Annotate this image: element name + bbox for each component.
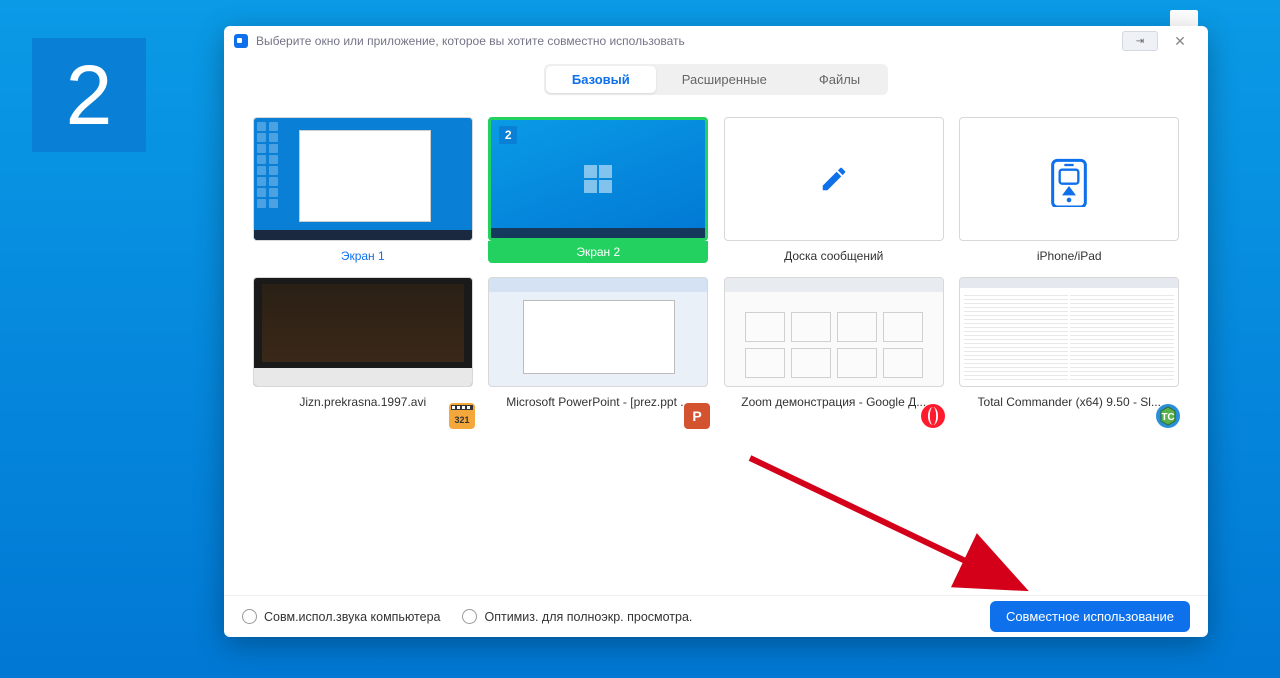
checkbox-icon bbox=[462, 609, 477, 624]
tab-advanced[interactable]: Расширенные bbox=[656, 66, 793, 93]
totalcmd-label: Total Commander (x64) 9.50 - Sl... bbox=[978, 395, 1161, 409]
mpc-icon: 321 bbox=[449, 403, 475, 429]
dialog-footer: Совм.испол.звука компьютера Оптимиз. для… bbox=[224, 595, 1208, 637]
share-audio-label: Совм.испол.звука компьютера bbox=[264, 610, 440, 624]
tile-screen-1[interactable]: Экран 1 bbox=[253, 117, 473, 263]
pencil-icon bbox=[819, 164, 849, 194]
tab-files[interactable]: Файлы bbox=[793, 66, 886, 93]
tile-app-video[interactable]: 321 Jizn.prekrasna.1997.avi bbox=[253, 277, 473, 409]
dialog-titlebar: Выберите окно или приложение, которое вы… bbox=[224, 26, 1208, 56]
share-options-grid: Экран 1 2 Экран 2 Доска сообщений bbox=[224, 99, 1208, 409]
screen-2-label: Экран 2 bbox=[488, 241, 708, 263]
share-button[interactable]: Совместное использование bbox=[990, 601, 1190, 632]
tile-app-powerpoint[interactable]: P Microsoft PowerPoint - [prez.ppt ... bbox=[488, 277, 708, 409]
opera-icon bbox=[920, 403, 946, 429]
tabs-row: Базовый Расширенные Файлы bbox=[224, 56, 1208, 99]
airplay-icon bbox=[1041, 151, 1097, 207]
checkbox-icon bbox=[242, 609, 257, 624]
opera-app-label: Zoom демонстрация - Google Д... bbox=[741, 395, 926, 409]
share-screen-dialog: Выберите окно или приложение, которое вы… bbox=[224, 26, 1208, 637]
screen-1-thumbnail bbox=[253, 117, 473, 241]
tile-whiteboard[interactable]: Доска сообщений bbox=[724, 117, 944, 263]
svg-text:TC: TC bbox=[1162, 412, 1175, 423]
powerpoint-icon: P bbox=[684, 403, 710, 429]
totalcmd-thumbnail bbox=[959, 277, 1179, 387]
whiteboard-thumbnail bbox=[724, 117, 944, 241]
optimize-label: Оптимиз. для полноэкр. просмотра. bbox=[484, 610, 692, 624]
svg-text:P: P bbox=[693, 408, 702, 424]
tile-app-totalcmd[interactable]: TC Total Commander (x64) 9.50 - Sl... bbox=[959, 277, 1179, 409]
ppt-app-thumbnail bbox=[488, 277, 708, 387]
video-app-label: Jizn.prekrasna.1997.avi bbox=[299, 395, 426, 409]
checkbox-share-audio[interactable]: Совм.испол.звука компьютера bbox=[242, 609, 440, 624]
video-app-thumbnail bbox=[253, 277, 473, 387]
windows-logo-icon bbox=[584, 165, 612, 193]
opera-app-thumbnail bbox=[724, 277, 944, 387]
tile-screen-2[interactable]: 2 Экран 2 bbox=[488, 117, 710, 263]
whiteboard-label: Доска сообщений bbox=[784, 249, 883, 263]
pin-button[interactable]: ⇥ bbox=[1122, 31, 1158, 51]
tile-app-opera[interactable]: Zoom демонстрация - Google Д... bbox=[724, 277, 944, 409]
screen-2-thumbnail: 2 bbox=[488, 117, 708, 241]
tab-basic[interactable]: Базовый bbox=[546, 66, 656, 93]
ppt-app-label: Microsoft PowerPoint - [prez.ppt ... bbox=[506, 395, 690, 409]
screen-2-badge: 2 bbox=[499, 126, 517, 144]
close-button[interactable]: ✕ bbox=[1162, 31, 1198, 51]
step-number-badge: 2 bbox=[32, 38, 146, 152]
iphone-label: iPhone/iPad bbox=[1037, 249, 1102, 263]
svg-text:321: 321 bbox=[454, 415, 469, 425]
zoom-app-icon bbox=[234, 34, 248, 48]
screen-1-label: Экран 1 bbox=[341, 249, 385, 263]
checkbox-optimize-video[interactable]: Оптимиз. для полноэкр. просмотра. bbox=[462, 609, 692, 624]
tile-iphone-ipad[interactable]: iPhone/iPad bbox=[959, 117, 1179, 263]
totalcmd-icon: TC bbox=[1155, 403, 1181, 429]
iphone-thumbnail bbox=[959, 117, 1179, 241]
dialog-title: Выберите окно или приложение, которое вы… bbox=[256, 34, 685, 48]
